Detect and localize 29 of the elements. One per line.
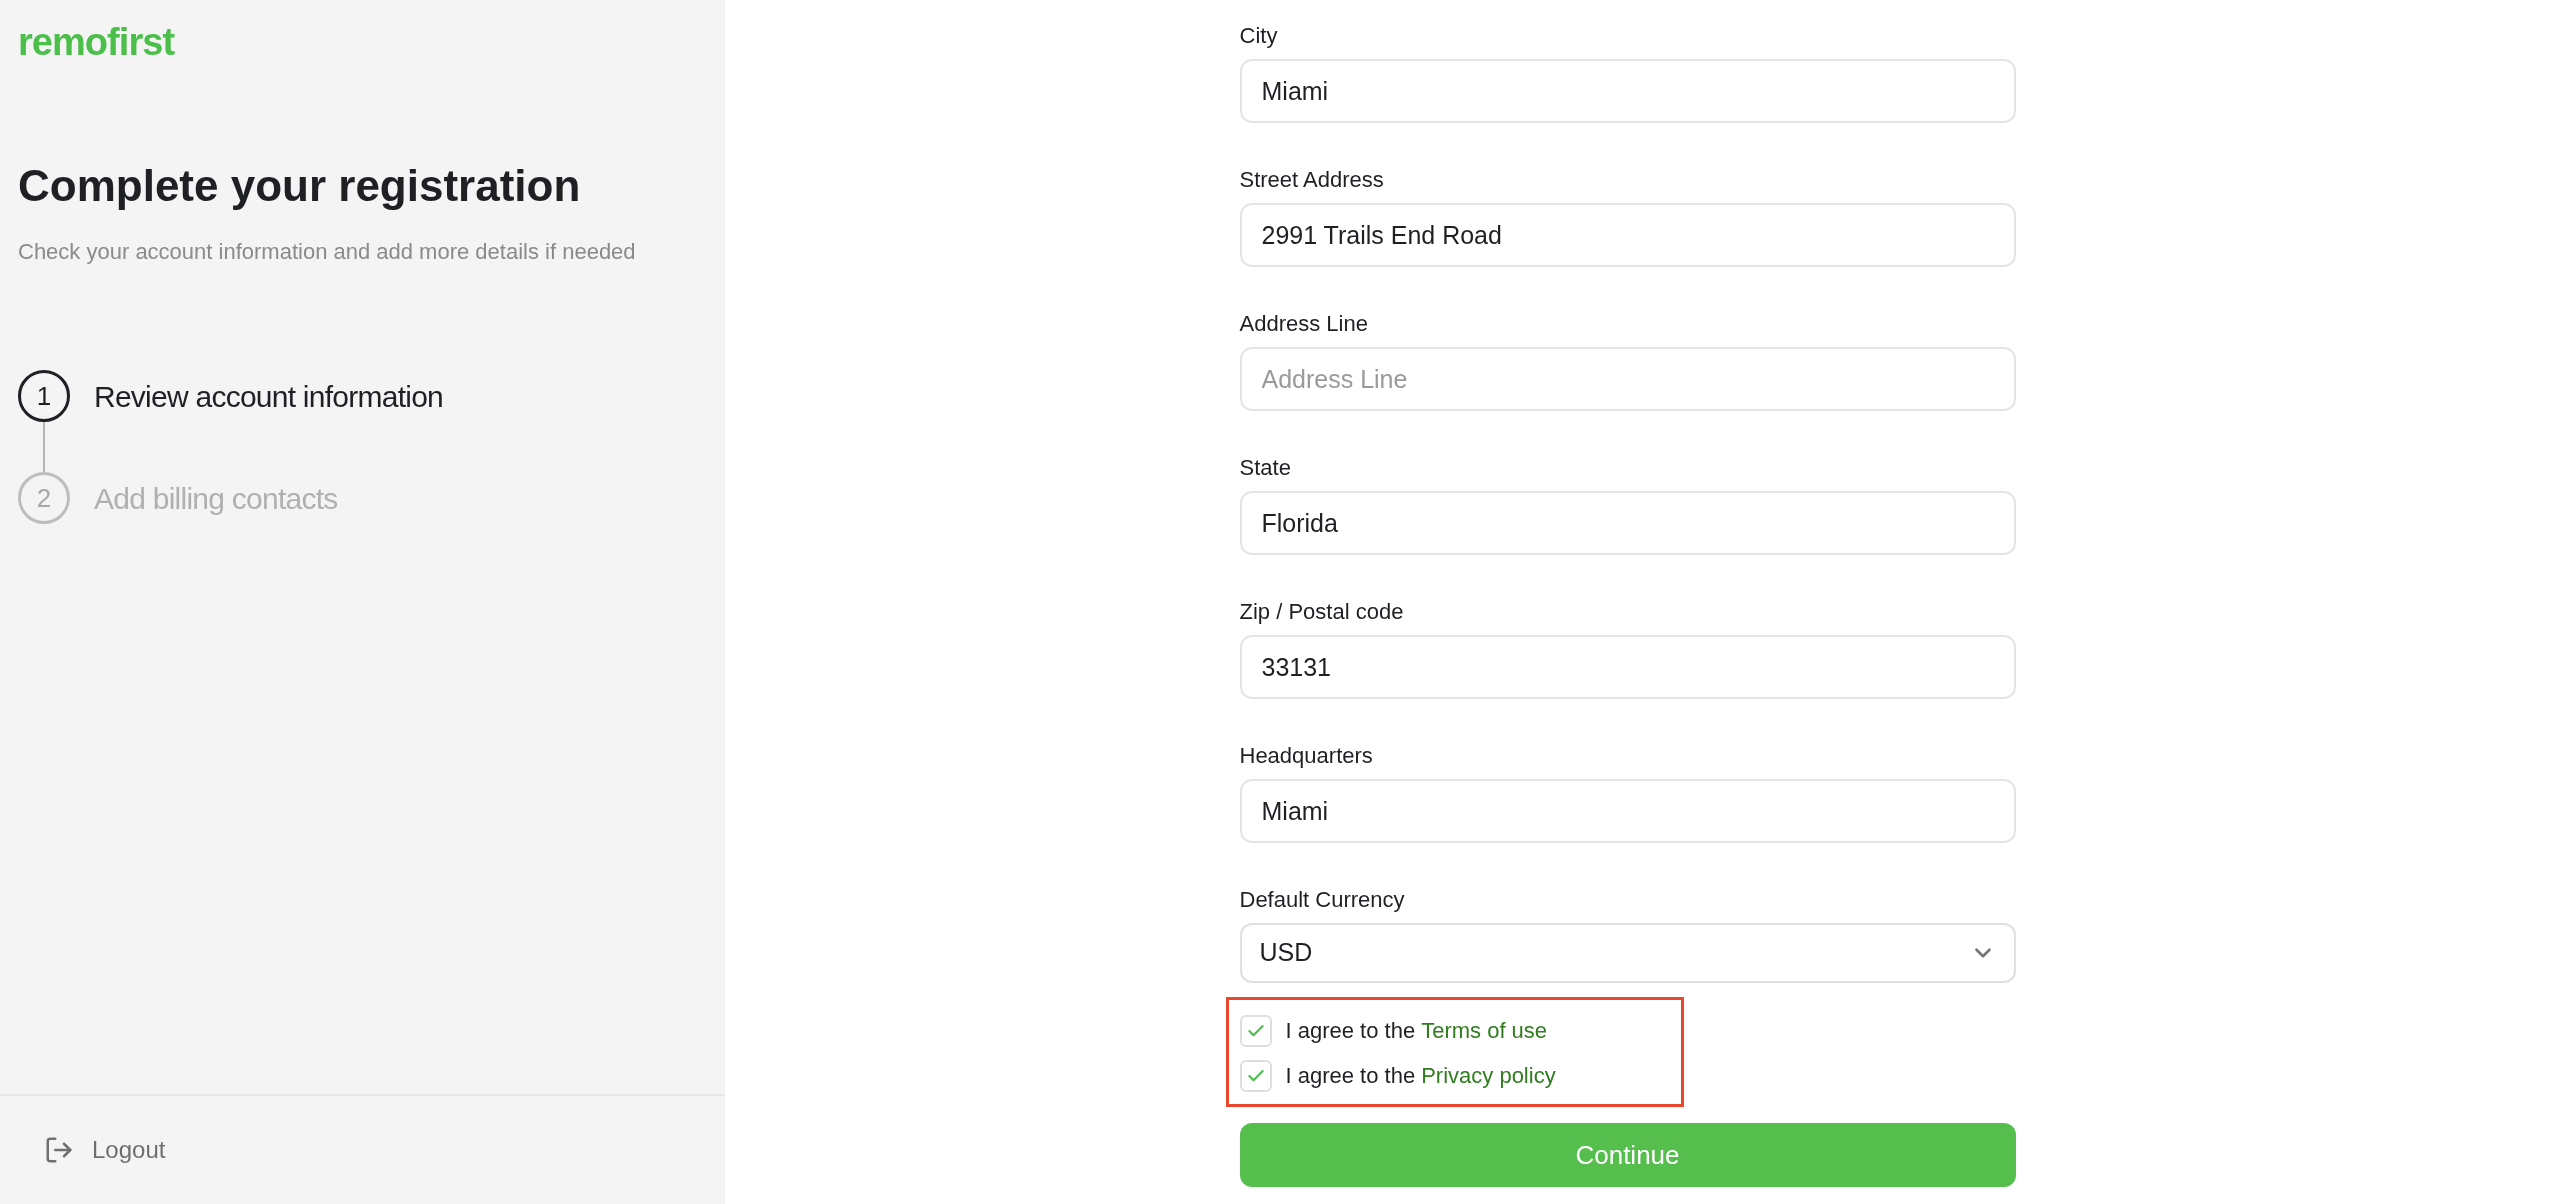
- step-label: Review account information: [94, 378, 443, 415]
- logout-button[interactable]: Logout: [44, 1132, 166, 1168]
- field-label: Headquarters: [1239, 742, 1373, 770]
- checkbox[interactable]: [1239, 1014, 1272, 1047]
- field-label: Street Address: [1239, 166, 1384, 194]
- field-label: State: [1239, 454, 1291, 482]
- text-field[interactable]: Florida: [1239, 491, 2016, 555]
- page-subtitle: Check your account information and add more details if needed: [18, 238, 636, 266]
- step-number: 2: [18, 472, 70, 524]
- field-label: Zip / Postal code: [1239, 598, 1404, 626]
- text-field[interactable]: Miami: [1239, 779, 2016, 843]
- agreement-link[interactable]: Terms of use: [1421, 1014, 1548, 1047]
- logout-icon: [44, 1135, 74, 1165]
- checkbox[interactable]: [1239, 1059, 1272, 1092]
- page-title: Complete your registration: [18, 160, 581, 212]
- text-field[interactable]: 33131: [1239, 635, 2016, 699]
- field-label: Default Currency: [1239, 886, 1405, 914]
- text-field[interactable]: Miami: [1239, 59, 2016, 123]
- step-number: 1: [18, 370, 70, 422]
- currency-select[interactable]: USD: [1239, 923, 2016, 983]
- field-label: City: [1239, 22, 1278, 50]
- agreement-text: I agree to the: [1285, 1017, 1416, 1045]
- text-field[interactable]: 2991 Trails End Road: [1239, 203, 2016, 267]
- field-label: Address Line: [1239, 310, 1368, 338]
- text-field[interactable]: Address Line: [1239, 347, 2016, 411]
- agreement-link[interactable]: Privacy policy: [1421, 1059, 1556, 1092]
- step-label: Add billing contacts: [94, 480, 338, 517]
- logo: remofirst: [18, 22, 175, 62]
- agreement-text: I agree to the: [1285, 1062, 1416, 1090]
